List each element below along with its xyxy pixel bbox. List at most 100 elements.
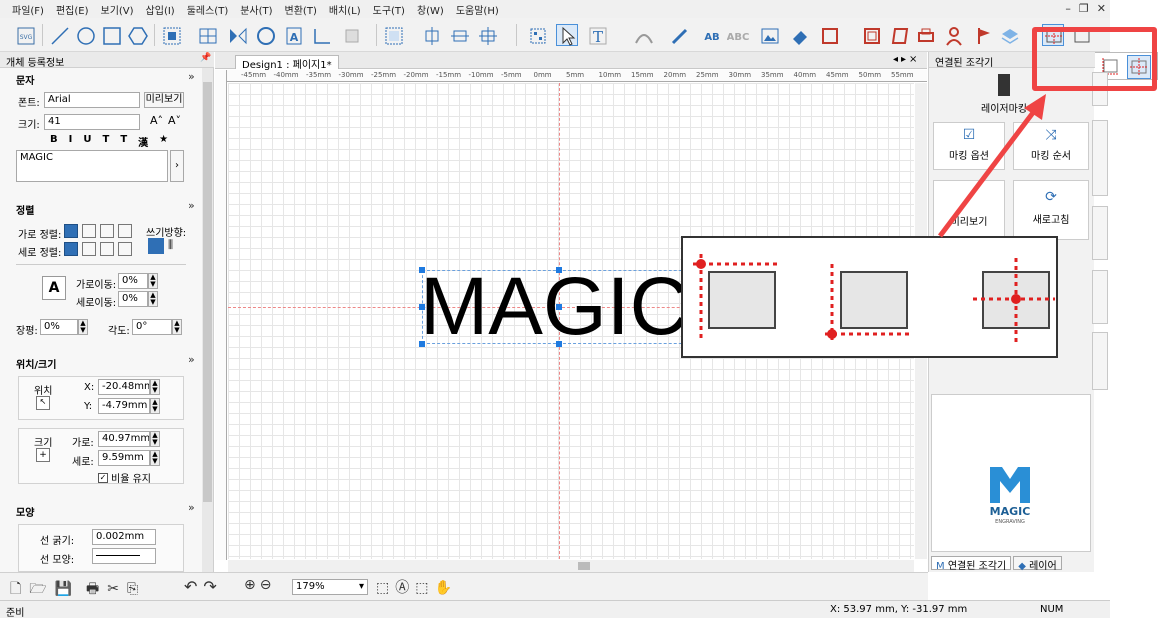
resize-handle[interactable] xyxy=(419,267,425,273)
canvas-text-object[interactable]: MAGIC xyxy=(420,264,689,350)
layers-tool-icon[interactable] xyxy=(998,24,1020,46)
arc-text-icon[interactable] xyxy=(632,24,654,46)
collapse-icon[interactable]: » xyxy=(188,353,195,366)
tab-engraver[interactable]: M 연결된 조각기 xyxy=(931,556,1012,572)
valign-justify-icon[interactable] xyxy=(118,242,132,256)
width-input[interactable]: 40.97mm xyxy=(98,431,150,447)
flag-tool-icon[interactable] xyxy=(972,24,994,46)
menu-item[interactable]: 삽입(I) xyxy=(140,2,181,17)
canvas-horizontal-scrollbar[interactable] xyxy=(228,560,914,572)
group-tool-icon[interactable] xyxy=(526,24,548,46)
align-center-text-icon[interactable] xyxy=(82,224,96,238)
line-shape-select[interactable] xyxy=(92,548,156,564)
close-icon[interactable]: ✕ xyxy=(1097,2,1106,15)
align-left-icon[interactable] xyxy=(64,224,78,238)
panel-scrollbar[interactable] xyxy=(202,68,213,572)
align-both-icon[interactable] xyxy=(476,24,498,46)
side-tab-2[interactable] xyxy=(1092,120,1108,196)
v-move-spinner[interactable]: ▲ ▼ xyxy=(148,291,158,307)
text-style-button[interactable]: B xyxy=(50,134,58,149)
collapse-icon[interactable]: » xyxy=(188,501,195,514)
zoom-select[interactable]: 179% ▾ xyxy=(292,579,368,595)
checkbox-icon[interactable]: ✓ xyxy=(98,472,108,483)
minimize-icon[interactable]: – xyxy=(1065,2,1071,15)
font-select[interactable]: Arial xyxy=(44,92,140,108)
preview-button[interactable]: 미리보기 xyxy=(144,92,184,108)
valign-bottom-icon[interactable] xyxy=(100,242,114,256)
restore-icon[interactable]: ❐ xyxy=(1079,2,1089,15)
valign-middle-icon[interactable] xyxy=(82,242,96,256)
position-anchor-icon[interactable]: ↖ xyxy=(36,396,50,410)
strike-text-icon[interactable]: ABC xyxy=(726,24,750,46)
width-spinner[interactable]: ▲ ▼ xyxy=(150,431,160,447)
table-tool-icon[interactable] xyxy=(196,24,218,46)
x-input[interactable]: -20.48mm xyxy=(98,379,150,395)
menu-item[interactable]: 도구(T) xyxy=(367,2,411,17)
zoom-icons[interactable]: ⊕⊖ xyxy=(244,577,275,593)
collapse-icon[interactable]: » xyxy=(188,199,195,212)
tab-nav-icon[interactable]: ◂▸× xyxy=(893,54,920,65)
spacing-input[interactable]: 0% xyxy=(40,319,78,335)
frame-tool-icon[interactable] xyxy=(860,24,882,46)
text-content-input[interactable]: MAGIC xyxy=(16,150,168,182)
h-move-spinner[interactable]: ▲ ▼ xyxy=(148,273,158,289)
barcode-tool-icon[interactable] xyxy=(160,24,182,46)
grid-select-icon[interactable] xyxy=(382,24,404,46)
align-middle-icon[interactable] xyxy=(448,24,470,46)
text-position-icon[interactable]: A xyxy=(42,276,66,300)
y-spinner[interactable]: ▲ ▼ xyxy=(150,398,160,414)
edit-actions-icons[interactable]: 🖶✂⎘ xyxy=(86,578,146,602)
svg-import-icon[interactable]: SVG xyxy=(14,24,36,46)
pin-icon[interactable]: 📌 xyxy=(200,53,211,63)
text-style-button[interactable]: ★ xyxy=(159,134,168,149)
file-actions-icons[interactable]: 🗋🗁💾 xyxy=(10,578,80,602)
text-tool-icon[interactable]: T xyxy=(586,24,608,46)
measure-tool-icon[interactable] xyxy=(310,24,332,46)
outline-text-icon[interactable]: AB xyxy=(700,24,722,46)
text-style-button[interactable]: T xyxy=(120,134,127,149)
line-tool-icon[interactable] xyxy=(48,24,70,46)
menu-item[interactable]: 편집(E) xyxy=(50,2,95,17)
menu-item[interactable]: 파일(F) xyxy=(6,2,50,17)
align-right-icon[interactable] xyxy=(100,224,114,238)
side-tab-4[interactable] xyxy=(1092,270,1108,324)
menu-item[interactable]: 창(W) xyxy=(411,2,450,17)
menu-item[interactable]: 배치(L) xyxy=(323,2,367,17)
height-input[interactable]: 9.59mm xyxy=(98,450,150,466)
tab-layer[interactable]: ◆ 레이어 xyxy=(1013,556,1062,572)
text-frame-icon[interactable]: A xyxy=(282,24,304,46)
angle-spinner[interactable]: ▲ ▼ xyxy=(172,319,182,335)
hatch-tool-icon[interactable] xyxy=(818,24,840,46)
rotate-tool-icon[interactable] xyxy=(254,24,276,46)
angle-input[interactable]: 0° xyxy=(132,319,172,335)
text-style-button[interactable]: I xyxy=(69,134,73,149)
resize-handle[interactable] xyxy=(556,304,562,310)
printer-frame-icon[interactable] xyxy=(914,24,936,46)
shape-tool-icon[interactable] xyxy=(340,24,362,46)
y-input[interactable]: -4.79mm xyxy=(98,398,150,414)
text-expand-button[interactable]: › xyxy=(170,150,184,182)
ellipse-tool-icon[interactable] xyxy=(74,24,96,46)
person-icon[interactable] xyxy=(942,24,964,46)
vertical-writing-icon[interactable]: ⫼ xyxy=(168,238,173,252)
eraser-tool-icon[interactable] xyxy=(788,24,810,46)
align-center-icon[interactable] xyxy=(420,24,442,46)
menu-item[interactable]: 분사(T) xyxy=(234,2,278,17)
view-tools-icons[interactable]: ⬚Ⓐ⬚✋ xyxy=(376,577,458,597)
font-grow-icon[interactable]: A˄ xyxy=(150,114,163,127)
select-pointer-icon[interactable] xyxy=(556,24,578,46)
image-tool-icon[interactable] xyxy=(758,24,780,46)
font-size-select[interactable]: 41 xyxy=(44,114,140,130)
polygon-tool-icon[interactable] xyxy=(126,24,148,46)
text-style-button[interactable]: U xyxy=(83,134,91,149)
valign-top-icon[interactable] xyxy=(64,242,78,256)
collapse-icon[interactable]: » xyxy=(188,70,195,83)
menu-item[interactable]: 변환(T) xyxy=(279,2,323,17)
font-shrink-icon[interactable]: A˅ xyxy=(168,114,181,127)
page-frame-icon[interactable] xyxy=(888,24,910,46)
resize-handle[interactable] xyxy=(556,267,562,273)
undo-redo-icons[interactable]: ↶↷ xyxy=(184,577,223,596)
menu-item[interactable]: 도움말(H) xyxy=(450,2,505,17)
size-anchor-icon[interactable]: + xyxy=(36,448,50,462)
horizontal-writing-icon[interactable] xyxy=(148,238,164,254)
